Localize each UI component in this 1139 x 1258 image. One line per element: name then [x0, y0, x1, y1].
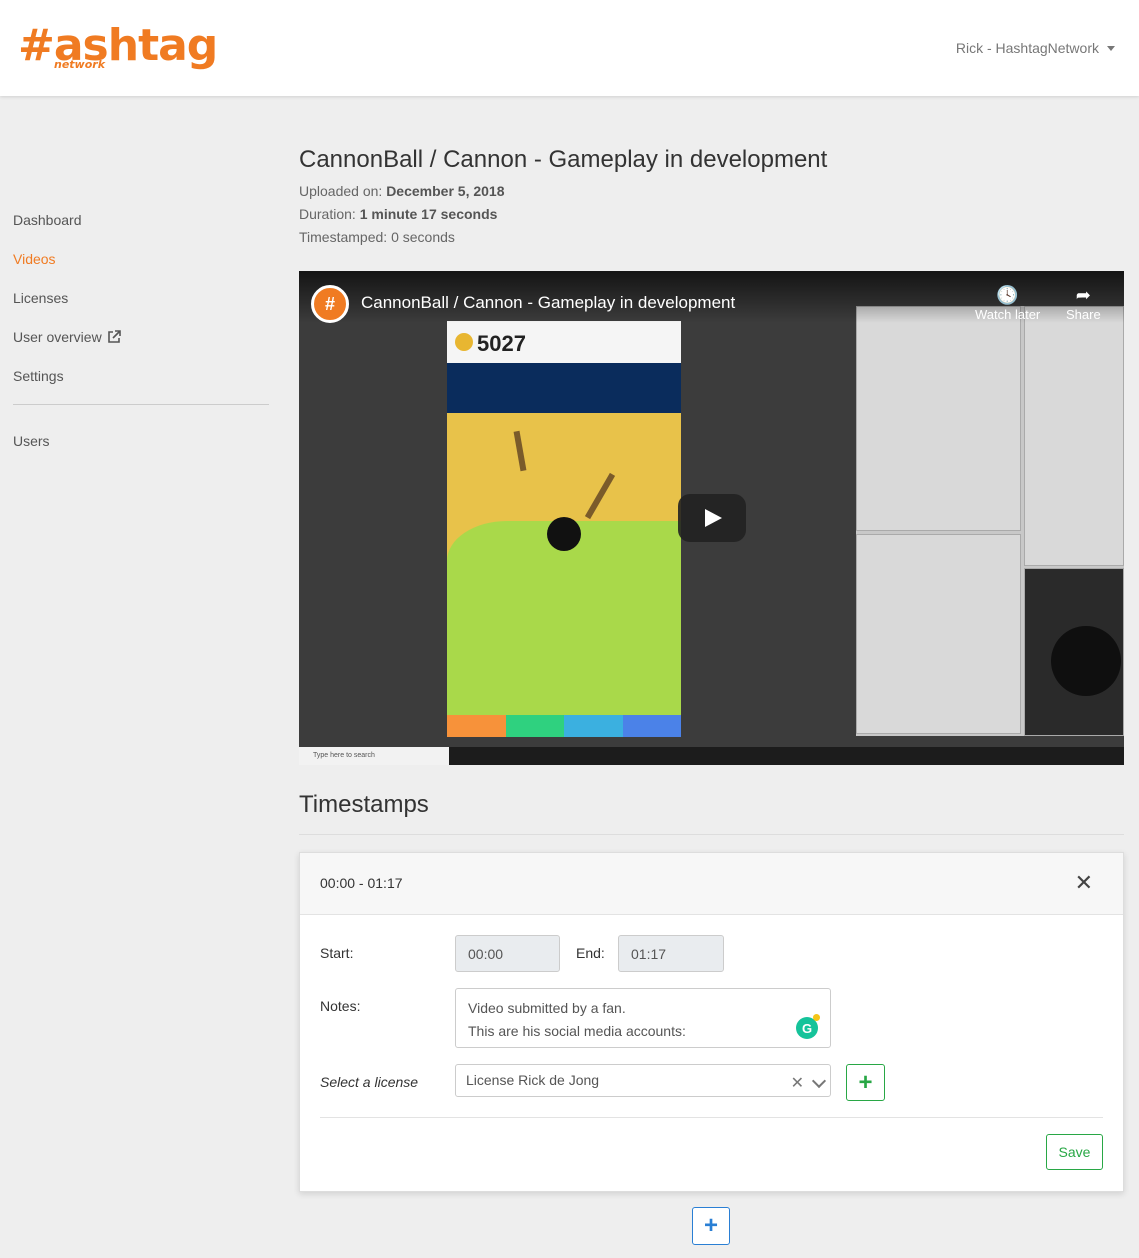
- logo-subtitle: network: [54, 58, 106, 71]
- sphere-preview-icon: [1051, 626, 1121, 696]
- duration-label: Duration:: [299, 206, 356, 222]
- project-pane: [856, 534, 1021, 734]
- sidebar-item-dashboard[interactable]: Dashboard: [13, 200, 269, 239]
- notes-textarea[interactable]: Video submitted by a fan. This are his s…: [455, 988, 831, 1048]
- timestamp-card-header[interactable]: 00:00 - 01:17 ✕: [300, 853, 1123, 915]
- caret-down-icon: [1107, 45, 1115, 51]
- duration-value: 1 minute 17 seconds: [359, 206, 498, 222]
- sidebar-item-label: Videos: [13, 250, 56, 267]
- lightning-icon: [447, 715, 506, 737]
- hierarchy-pane: [856, 306, 1021, 531]
- sidebar-item-videos[interactable]: Videos: [13, 239, 269, 278]
- sidebar-item-label: Settings: [13, 367, 64, 384]
- split-icon: [505, 715, 564, 737]
- start-label: Start:: [320, 945, 354, 961]
- page-title: CannonBall / Cannon - Gameplay in develo…: [299, 146, 828, 173]
- game-score-value: 5027: [477, 331, 526, 356]
- timestamps-heading: Timestamps: [299, 785, 1124, 835]
- sidebar-item-label: Users: [13, 432, 50, 449]
- player-title[interactable]: CannonBall / Cannon - Gameplay in develo…: [361, 293, 735, 313]
- clock-icon: 🕓: [996, 285, 1019, 305]
- external-link-icon: [107, 329, 121, 343]
- add-timestamp-button[interactable]: +: [692, 1207, 730, 1245]
- hashtag-network-logo[interactable]: #ashtag network: [18, 20, 218, 80]
- watch-later-label: Watch later: [975, 307, 1041, 322]
- upload-date-value: December 5, 2018: [386, 183, 505, 199]
- windows-taskbar: Type here to search: [299, 747, 1124, 765]
- game-toolbar: [447, 715, 681, 737]
- game-sky: [447, 363, 681, 413]
- duration: Duration: 1 minute 17 seconds: [299, 203, 1124, 226]
- notes-label: Notes:: [320, 998, 361, 1014]
- end-input[interactable]: 01:17: [618, 935, 724, 972]
- sidebar-item-users[interactable]: Users: [13, 421, 269, 460]
- notes-line: Video submitted by a fan.: [468, 1000, 626, 1016]
- license-select[interactable]: License Rick de Jong ✕: [455, 1064, 831, 1097]
- inspector-pane: [1024, 306, 1124, 566]
- timestamped: Timestamped: 0 seconds: [299, 226, 1124, 249]
- upload-date-label: Uploaded on:: [299, 183, 383, 199]
- sidebar-divider: [13, 404, 269, 405]
- top-navbar: #ashtag network Rick - HashtagNetwork: [0, 0, 1139, 96]
- video-details: CannonBall / Cannon - Gameplay in develo…: [299, 140, 1124, 249]
- grammarly-icon[interactable]: G: [796, 1014, 820, 1039]
- end-label: End:: [576, 945, 605, 961]
- sidebar-item-licenses[interactable]: Licenses: [13, 278, 269, 317]
- sidebar-item-label: Dashboard: [13, 211, 82, 228]
- game-screen-thumbnail: 5027: [447, 321, 681, 737]
- sidebar: Dashboard Videos Licenses User overview …: [13, 200, 269, 460]
- coin-icon: [455, 333, 473, 351]
- notes-line: This are his social media accounts:: [468, 1023, 686, 1039]
- bomb-icon: [622, 715, 681, 737]
- start-input[interactable]: 00:00: [455, 935, 560, 972]
- chevron-down-icon[interactable]: [811, 1073, 827, 1089]
- upload-date: Uploaded on: December 5, 2018: [299, 180, 1124, 203]
- add-license-button[interactable]: +: [846, 1064, 885, 1101]
- share-button[interactable]: ➦ Share: [1066, 285, 1101, 322]
- license-select-value: License Rick de Jong: [466, 1072, 600, 1088]
- channel-avatar-glyph: #: [324, 293, 335, 314]
- sidebar-item-user-overview[interactable]: User overview: [13, 317, 269, 356]
- license-label: Select a license: [320, 1074, 419, 1090]
- timestamped-value: 0 seconds: [391, 229, 455, 245]
- play-button[interactable]: [678, 494, 746, 542]
- logo-wordmark: #ashtag: [18, 20, 218, 71]
- sidebar-item-settings[interactable]: Settings: [13, 356, 269, 395]
- watch-later-button[interactable]: 🕓 Watch later: [975, 285, 1040, 322]
- timestamp-card: 00:00 - 01:17 ✕ Start: 00:00 End: 01:17 …: [299, 852, 1124, 1192]
- channel-avatar-icon[interactable]: #: [311, 285, 349, 323]
- user-menu-dropdown[interactable]: Rick - HashtagNetwork: [956, 40, 1115, 56]
- game-score: 5027: [447, 321, 681, 363]
- taskbar-search: Type here to search: [299, 747, 449, 765]
- card-divider: [320, 1117, 1103, 1118]
- sidebar-item-label: Licenses: [13, 289, 69, 306]
- cannonball-icon: [547, 517, 581, 551]
- close-icon[interactable]: ✕: [1075, 872, 1093, 894]
- timestamp-range: 00:00 - 01:17: [320, 875, 403, 891]
- save-button[interactable]: Save: [1046, 1134, 1103, 1170]
- clear-icon[interactable]: ✕: [791, 1073, 804, 1093]
- youtube-video-player[interactable]: 5027 Type here to search # CannonBall / …: [299, 271, 1124, 765]
- scale-icon: [564, 715, 623, 737]
- share-icon: ➦: [1075, 285, 1091, 305]
- sidebar-item-label: User overview: [13, 328, 102, 345]
- timestamped-label: Timestamped:: [299, 229, 388, 245]
- user-menu-label: Rick - HashtagNetwork: [955, 40, 1099, 56]
- share-label: Share: [1066, 307, 1101, 322]
